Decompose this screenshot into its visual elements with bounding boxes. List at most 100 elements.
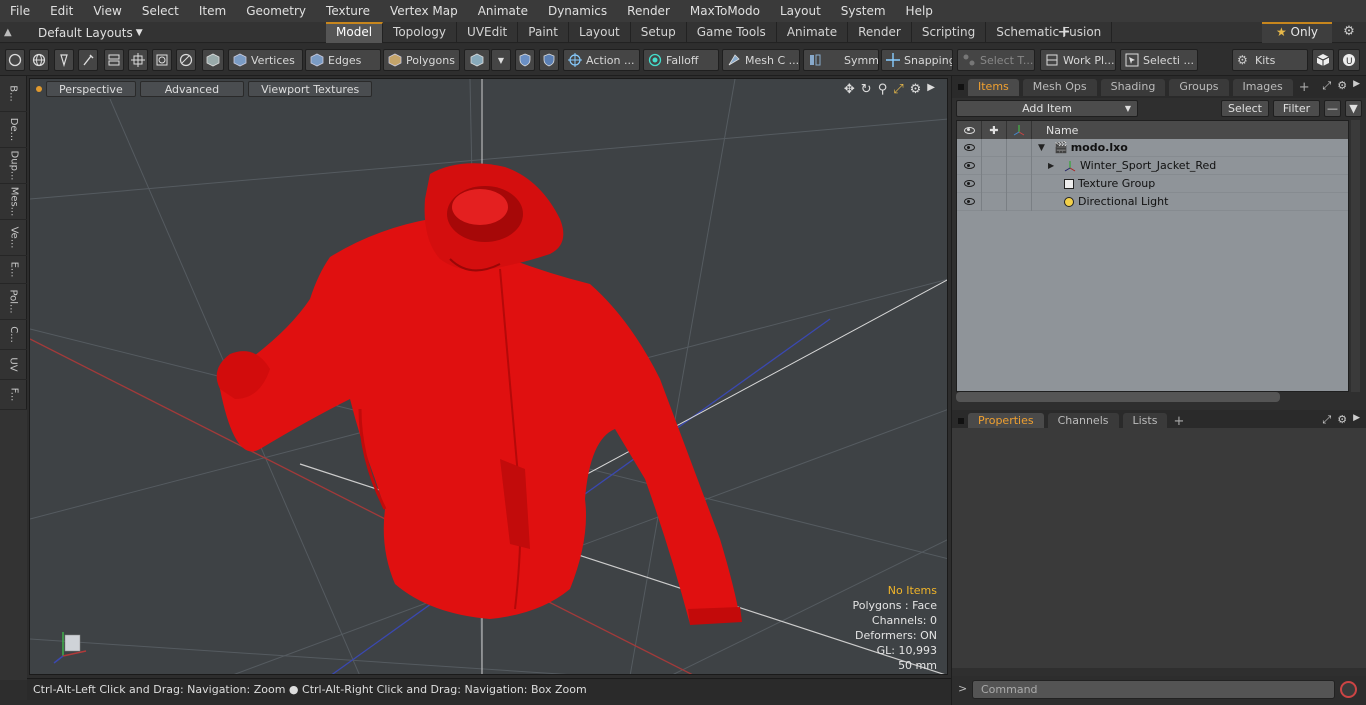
panel-menu-icon[interactable] [958, 418, 964, 424]
collapse-all-icon[interactable]: — [1324, 100, 1341, 117]
menu-maxtomodo[interactable]: MaxToModo [680, 0, 770, 22]
menu-dynamics[interactable]: Dynamics [538, 0, 617, 22]
selection-sets-button[interactable]: Selecti ... [1120, 49, 1198, 71]
sphere-icon[interactable] [176, 49, 196, 71]
tab-properties[interactable]: Properties [968, 412, 1044, 430]
align-icon[interactable] [104, 49, 124, 71]
lock-column-header[interactable]: ✚ [982, 121, 1007, 139]
select-through-button[interactable]: Select T... [957, 49, 1035, 71]
globe-icon[interactable] [29, 49, 49, 71]
menu-help[interactable]: Help [896, 0, 943, 22]
tab-render[interactable]: Render [848, 22, 912, 43]
rotate-view-icon[interactable]: ↻ [861, 82, 872, 97]
item-row-directional-light[interactable]: Directional Light [957, 192, 1348, 211]
tab-model[interactable]: Model [326, 22, 384, 43]
add-item-dropdown[interactable]: Add Item ▼ [956, 100, 1138, 117]
menu-edit[interactable]: Edit [40, 0, 83, 22]
tab-paint[interactable]: Paint [518, 22, 569, 43]
3d-viewport[interactable]: Perspective Advanced Viewport Textures ✥… [29, 78, 948, 675]
menu-vertex-map[interactable]: Vertex Map [380, 0, 468, 22]
left-tab-basic[interactable]: B... [0, 76, 27, 112]
tab-channels[interactable]: Channels [1047, 412, 1119, 430]
add-panel-tab-plus-icon[interactable]: + [1173, 414, 1184, 429]
work-plane-button[interactable]: Work Pl... [1040, 49, 1116, 71]
tab-schematic-fusion[interactable]: Schematic Fusion [986, 22, 1113, 43]
panel-arrow-icon[interactable]: ▶ [1353, 413, 1360, 427]
tab-images[interactable]: Images [1232, 78, 1293, 96]
cube-item-icon[interactable] [202, 49, 224, 71]
panel-gear-icon[interactable]: ⚙ [1337, 413, 1347, 427]
type-column-header[interactable] [1007, 121, 1032, 139]
transform-icon[interactable] [128, 49, 148, 71]
menu-system[interactable]: System [831, 0, 896, 22]
tab-lists[interactable]: Lists [1122, 412, 1168, 430]
left-tab-curve[interactable]: C... [0, 320, 27, 350]
menu-select[interactable]: Select [132, 0, 189, 22]
tab-animate[interactable]: Animate [777, 22, 849, 43]
tab-game-tools[interactable]: Game Tools [687, 22, 777, 43]
name-column-header[interactable]: Name [1032, 124, 1078, 137]
layout-selector[interactable]: ▲ Default Layouts ▼ [4, 22, 143, 43]
viewport-tab-viewport-textures[interactable]: Viewport Textures [248, 81, 373, 97]
visibility-toggle[interactable] [957, 174, 982, 193]
item-row-mesh[interactable]: ▶ Winter_Sport_Jacket_Red [957, 156, 1348, 175]
tab-layout[interactable]: Layout [569, 22, 631, 43]
expand-arrow-icon[interactable]: ▶ [1048, 161, 1064, 170]
left-tab-polygon[interactable]: Pol... [0, 284, 27, 320]
viewport-tab-perspective[interactable]: Perspective [46, 81, 136, 97]
tab-topology[interactable]: Topology [383, 22, 458, 43]
command-input[interactable]: Command [972, 680, 1335, 699]
menu-texture[interactable]: Texture [316, 0, 380, 22]
visibility-toggle[interactable] [957, 192, 982, 211]
viewport-menu-arrow-icon[interactable]: ▶ [927, 82, 935, 97]
viewport-tab-advanced[interactable]: Advanced [139, 81, 245, 97]
left-tab-vertex[interactable]: Ve... [0, 220, 27, 256]
tab-items[interactable]: Items [968, 78, 1019, 96]
left-tab-duplicate[interactable]: Dup... [0, 148, 27, 184]
circle-select-icon[interactable] [5, 49, 25, 71]
select-button[interactable]: Select [1221, 100, 1269, 117]
chevron-down-icon[interactable]: ▼ [491, 49, 511, 71]
left-tab-mesh[interactable]: Mes... [0, 184, 27, 220]
menu-render[interactable]: Render [617, 0, 680, 22]
menu-layout[interactable]: Layout [770, 0, 831, 22]
viewport-settings-gear-icon[interactable]: ⚙ [910, 82, 922, 97]
expand-panel-icon[interactable]: ⤢ [1322, 413, 1331, 427]
kits-button[interactable]: ⚙ Kits [1232, 49, 1308, 71]
left-tab-uv[interactable]: UV [0, 350, 27, 380]
pen-icon[interactable] [54, 49, 74, 71]
filter-button[interactable]: Filter [1273, 100, 1320, 117]
items-scrollbar-vertical[interactable] [1351, 120, 1360, 392]
tab-scripting[interactable]: Scripting [912, 22, 987, 43]
add-panel-tab-plus-icon[interactable]: + [1299, 80, 1310, 95]
shield-b-icon[interactable] [539, 49, 559, 71]
menu-animate[interactable]: Animate [468, 0, 538, 22]
record-macro-icon[interactable] [1340, 681, 1357, 698]
tab-mesh-ops[interactable]: Mesh Ops [1022, 78, 1097, 96]
vertices-button[interactable]: Vertices [228, 49, 303, 71]
items-scrollbar-horizontal[interactable] [956, 392, 1280, 402]
menu-view[interactable]: View [83, 0, 131, 22]
mesh-constraints-button[interactable]: Mesh C ... [722, 49, 800, 71]
action-center-button[interactable]: Action ... [563, 49, 640, 71]
edges-button[interactable]: Edges [305, 49, 381, 71]
tab-shading[interactable]: Shading [1100, 78, 1166, 96]
add-tab-plus-icon[interactable]: + [1056, 22, 1072, 43]
panel-menu-icon[interactable] [958, 84, 964, 90]
expand-panel-icon[interactable]: ⤢ [1322, 79, 1331, 93]
visibility-toggle[interactable] [957, 138, 982, 157]
tab-setup[interactable]: Setup [631, 22, 687, 43]
visibility-toggle[interactable] [957, 156, 982, 175]
frame-icon[interactable] [152, 49, 172, 71]
expand-arrow-icon[interactable]: ▼ [1038, 143, 1054, 153]
falloff-button[interactable]: Falloff [643, 49, 719, 71]
snapping-button[interactable]: Snapping [881, 49, 953, 71]
left-tab-fusion[interactable]: F... [0, 380, 27, 410]
left-tab-deform[interactable]: De... [0, 112, 27, 148]
tab-uvedit[interactable]: UVEdit [457, 22, 519, 43]
panel-arrow-icon[interactable]: ▶ [1353, 79, 1360, 93]
brush-icon[interactable] [78, 49, 98, 71]
visibility-column-header[interactable] [957, 121, 982, 139]
item-row-scene[interactable]: ▼ 🎬 modo.lxo [957, 138, 1348, 157]
menu-geometry[interactable]: Geometry [236, 0, 316, 22]
